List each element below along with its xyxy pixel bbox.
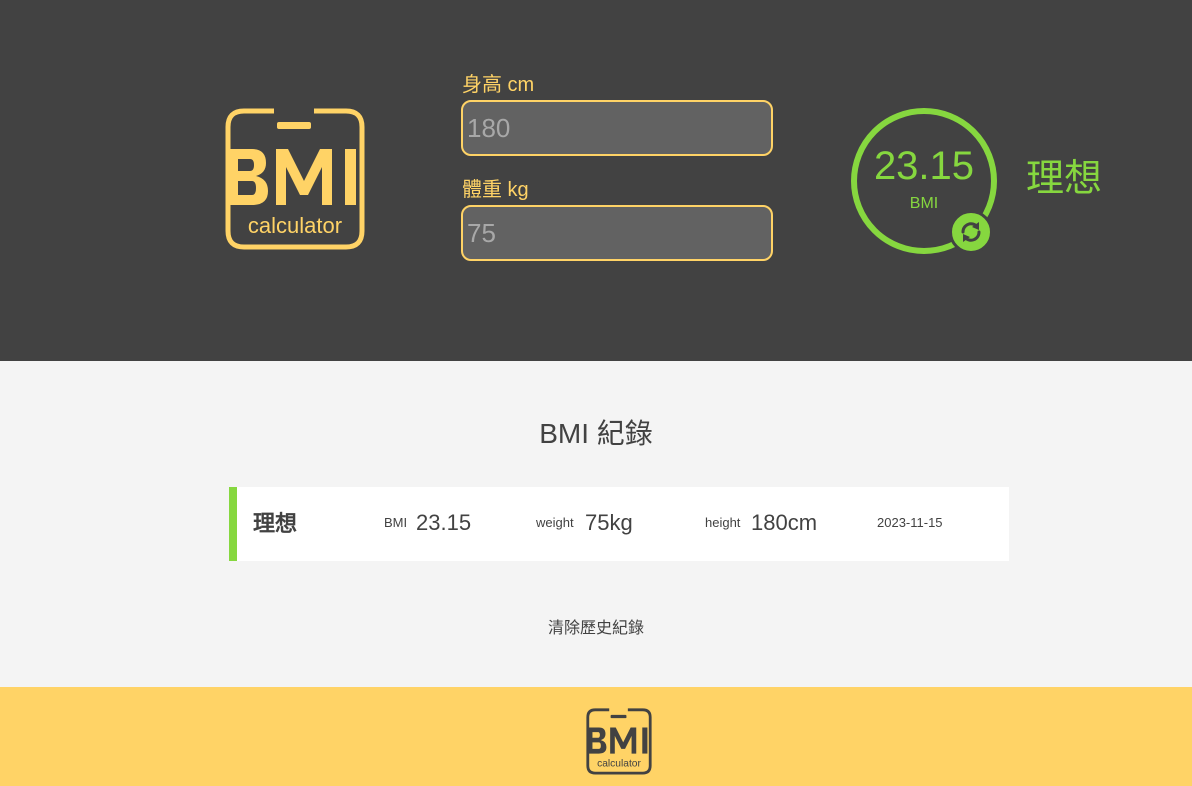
record-height-label: height [705,515,741,530]
bmi-calculator-logo: calculator [225,108,365,250]
record-bmi-value: 23.15 [416,510,472,535]
weight-label: 體重 kg [462,179,529,201]
record-date: 2023-11-15 [877,515,943,530]
clear-history-link[interactable]: 清除歷史紀錄 [0,618,1192,640]
weight-input[interactable] [461,205,773,261]
height-label: 身高 cm [462,74,535,96]
footer-logo: calculator [586,708,652,775]
refresh-icon [961,222,981,242]
record-weight-value: 75kg [585,510,633,535]
bmi-result-value: 23.15 [873,144,975,188]
logo-subtext: calculator [248,213,342,238]
record-status: 理想 [253,511,298,536]
reset-button[interactable] [949,210,993,254]
header [0,0,1192,361]
record-row: 理想 BMI 23.15 weight 75kg height 180cm 20… [229,487,1009,561]
status-indicator-bar [229,487,237,561]
records-title: BMI 紀錄 [539,418,653,449]
record-bmi-label: BMI [384,515,408,530]
record-height-value: 180cm [751,510,818,535]
footer-logo-subtext: calculator [597,759,641,770]
height-input[interactable] [461,100,773,156]
record-weight-label: weight [536,515,574,530]
bmi-status-label: 理想 [1026,158,1103,200]
